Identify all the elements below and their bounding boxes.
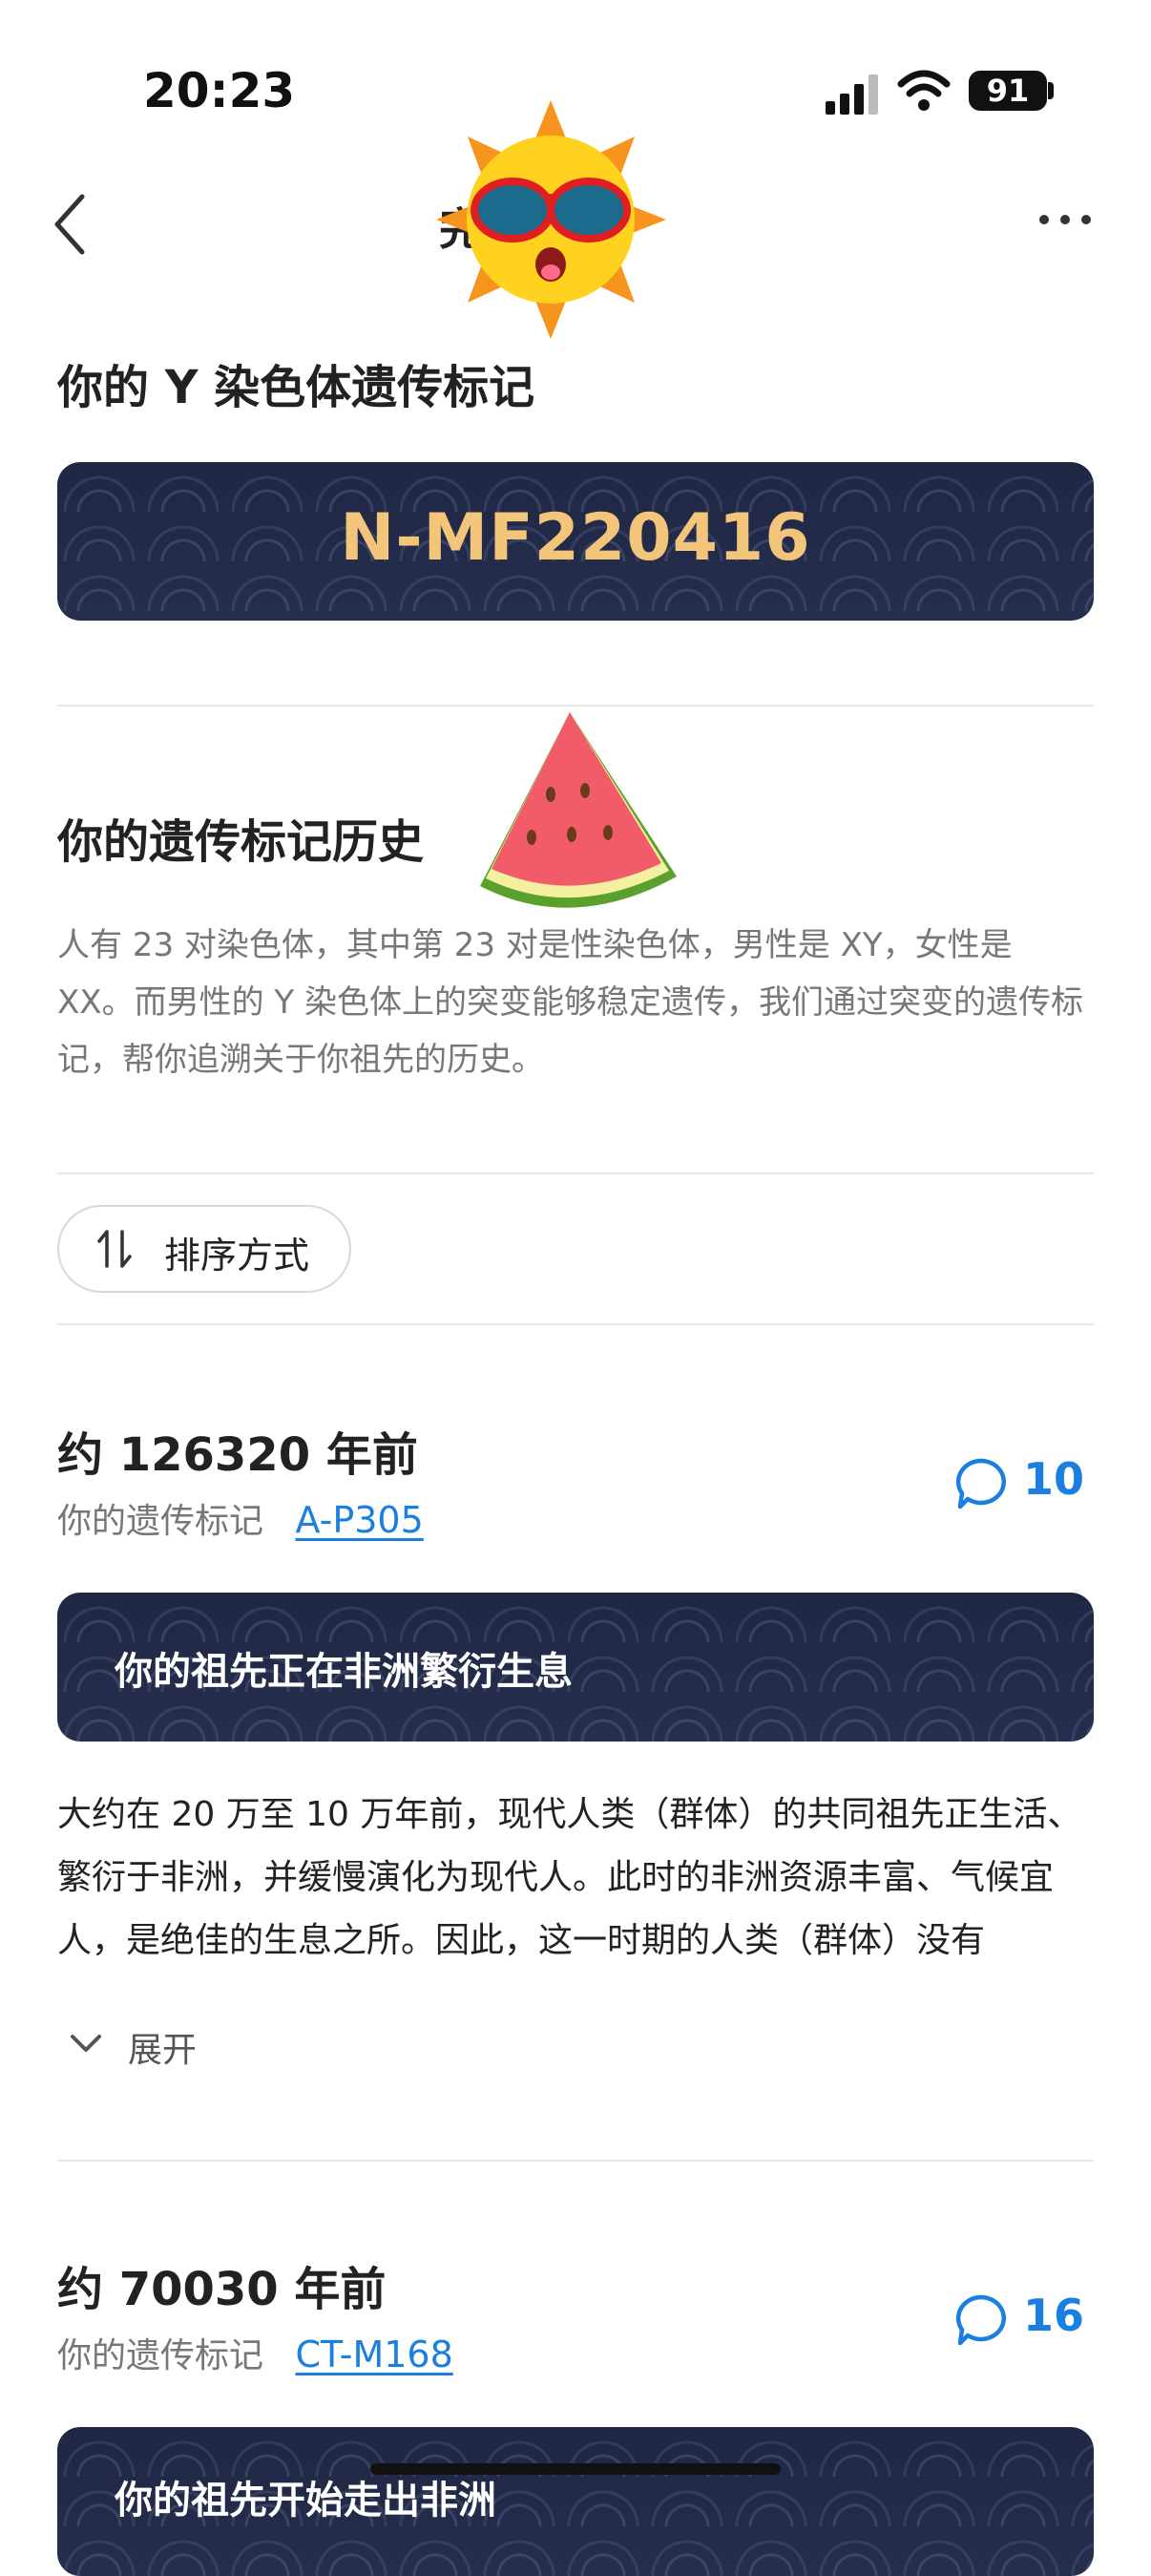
back-button[interactable] (50, 191, 88, 258)
expand-label: 展开 (128, 2031, 198, 2070)
chevron-left-icon (54, 194, 85, 255)
watermelon-sticker-icon (472, 708, 682, 947)
marker-row: 你的遗传标记 A-P305 (57, 1493, 424, 1543)
era-banner-title: 你的祖先正在非洲繁衍生息 (115, 1650, 573, 1694)
sort-button[interactable]: 排序方式 (57, 1205, 351, 1293)
era-banner-title: 你的祖先开始走出非洲 (115, 2479, 496, 2523)
battery-tip (1048, 82, 1054, 99)
marker-label: 你的遗传标记 (57, 1502, 264, 1541)
marker-label: 你的遗传标记 (57, 2336, 264, 2375)
more-options-button[interactable] (1036, 210, 1094, 229)
comment-count: 10 (1023, 1453, 1085, 1505)
era-title: 约 126320 年前 (57, 1428, 418, 1482)
y-marker-heading: 你的 Y 染色体遗传标记 (57, 361, 535, 414)
comment-button[interactable]: 16 (954, 2288, 1098, 2346)
era-banner: 你的祖先正在非洲繁衍生息 (57, 1593, 1094, 1742)
comment-icon (955, 1458, 1006, 1510)
status-time: 20:23 (143, 63, 296, 118)
era-title: 约 70030 年前 (57, 2263, 387, 2316)
haplogroup-banner: N-MF220416 (57, 462, 1094, 621)
marker-row: 你的遗传标记 CT-M168 (57, 2328, 453, 2377)
comment-button[interactable]: 10 (954, 1451, 1098, 1510)
more-horizontal-icon (1039, 215, 1091, 224)
era-description: 大约在 20 万至 10 万年前，现代人类（群体）的共同祖先正生活、繁衍于非洲，… (57, 1795, 1082, 1960)
divider (57, 1323, 1094, 1325)
sort-icon (97, 1230, 132, 1268)
marker-link[interactable]: A-P305 (295, 1499, 423, 1541)
divider (57, 1172, 1094, 1174)
wifi-icon (897, 69, 951, 113)
history-heading: 你的遗传标记历史 (57, 815, 425, 869)
sort-label: 排序方式 (164, 1235, 310, 1277)
cellular-signal-icon (826, 74, 879, 115)
chevron-down-icon (71, 2035, 101, 2052)
home-indicator[interactable] (370, 2463, 781, 2475)
battery-level: 91 (969, 71, 1047, 111)
era-banner: 你的祖先开始走出非洲 (57, 2427, 1094, 2576)
sun-sticker-icon (425, 100, 678, 339)
comment-icon (955, 2294, 1006, 2346)
comment-count: 16 (1023, 2290, 1085, 2341)
marker-link[interactable]: CT-M168 (295, 2333, 452, 2375)
divider (57, 2160, 1094, 2162)
divider (57, 705, 1094, 707)
haplogroup-code: N-MF220416 (340, 500, 811, 576)
